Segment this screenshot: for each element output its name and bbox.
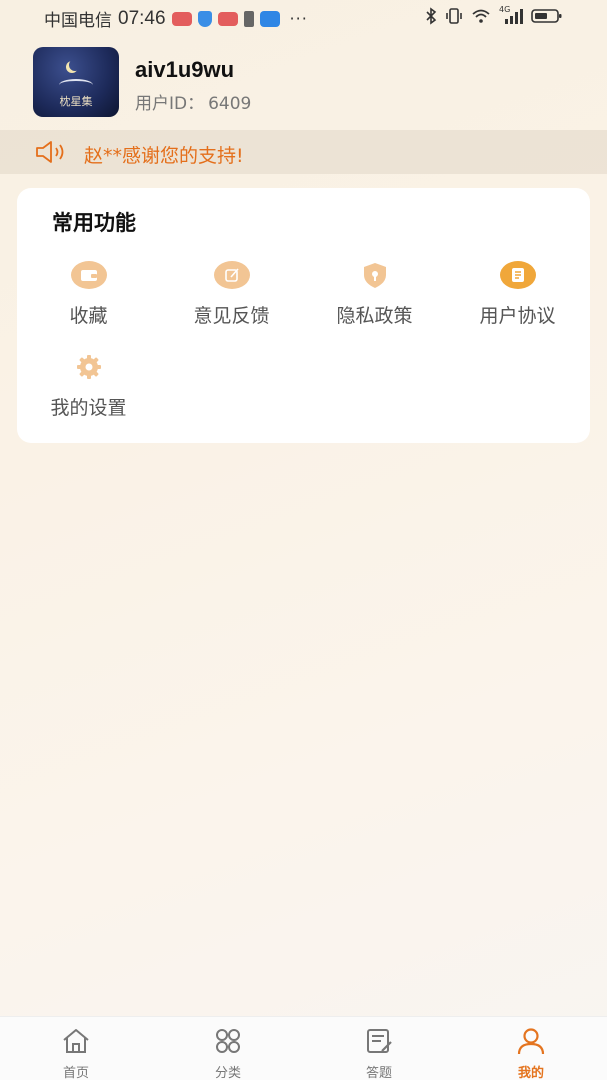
app-notification-icon bbox=[171, 11, 192, 26]
favorites-button[interactable]: 收藏 bbox=[17, 261, 160, 328]
user-id-value: 6409 bbox=[208, 94, 252, 114]
home-icon bbox=[63, 1029, 89, 1053]
vibrate-icon bbox=[446, 8, 462, 24]
username: aiv1u9wu bbox=[135, 57, 235, 82]
app-notification-icon bbox=[217, 11, 238, 26]
avatar[interactable]: 枕星集 bbox=[33, 47, 119, 117]
speaker-icon bbox=[36, 141, 64, 163]
common-functions-card: 常用功能 收藏 意见反馈 隐私政策 用户协议 我的设置 bbox=[17, 188, 590, 443]
quiz-icon bbox=[367, 1029, 392, 1053]
tab-profile[interactable]: 我的 bbox=[491, 1027, 571, 1080]
tab-category-label: 分类 bbox=[214, 1066, 241, 1080]
favorites-label: 收藏 bbox=[69, 305, 108, 327]
my-settings-label: 我的设置 bbox=[50, 397, 127, 419]
feedback-button[interactable]: 意见反馈 bbox=[160, 261, 303, 328]
carrier-label: 中国电信 bbox=[44, 11, 112, 31]
user-agreement-label: 用户协议 bbox=[479, 305, 556, 327]
tab-quiz[interactable]: 答题 bbox=[339, 1027, 419, 1080]
wifi-icon bbox=[472, 9, 490, 23]
security-notification-icon bbox=[197, 10, 212, 27]
status-bar: 中国电信 07:46 ··· 4G bbox=[0, 0, 607, 34]
feedback-label: 意见反馈 bbox=[193, 305, 270, 327]
privacy-policy-button[interactable]: 隐私政策 bbox=[303, 261, 446, 328]
book-icon bbox=[59, 79, 93, 91]
privacy-policy-label: 隐私政策 bbox=[336, 305, 413, 327]
notice-bar: 赵**感谢您的支持! bbox=[0, 130, 607, 174]
category-icon bbox=[216, 1029, 240, 1053]
bottom-tab-bar: 首页 分类 答题 我的 bbox=[0, 1016, 607, 1080]
signal-icon: 4G bbox=[499, 5, 523, 24]
more-notifications-icon: ··· bbox=[289, 9, 308, 28]
notice-text: 赵**感谢您的支持! bbox=[84, 145, 244, 167]
battery-alert-icon bbox=[243, 10, 254, 27]
my-settings-button[interactable]: 我的设置 bbox=[17, 353, 160, 420]
gear-icon bbox=[71, 353, 107, 381]
document-icon bbox=[499, 261, 536, 289]
shield-icon bbox=[357, 261, 393, 289]
tab-quiz-label: 答题 bbox=[365, 1066, 392, 1080]
bluetooth-icon bbox=[426, 7, 437, 25]
tab-home[interactable]: 首页 bbox=[36, 1027, 116, 1080]
tab-category[interactable]: 分类 bbox=[188, 1027, 268, 1080]
wallet-icon bbox=[70, 261, 107, 289]
status-time: 07:46 bbox=[118, 7, 166, 29]
avatar-logo-text: 枕星集 bbox=[59, 95, 93, 108]
card-title: 常用功能 bbox=[52, 211, 136, 235]
user-id: 用户ID： 6409 bbox=[135, 89, 251, 114]
edit-icon bbox=[213, 261, 250, 289]
moon-icon bbox=[69, 59, 81, 71]
profile-icon bbox=[517, 1028, 545, 1055]
tab-profile-label: 我的 bbox=[517, 1066, 544, 1080]
user-id-label: 用户ID： bbox=[135, 94, 205, 114]
user-agreement-button[interactable]: 用户协议 bbox=[446, 261, 589, 328]
tab-home-label: 首页 bbox=[62, 1066, 89, 1080]
cloud-notification-icon bbox=[259, 10, 280, 27]
battery-icon bbox=[531, 9, 562, 23]
